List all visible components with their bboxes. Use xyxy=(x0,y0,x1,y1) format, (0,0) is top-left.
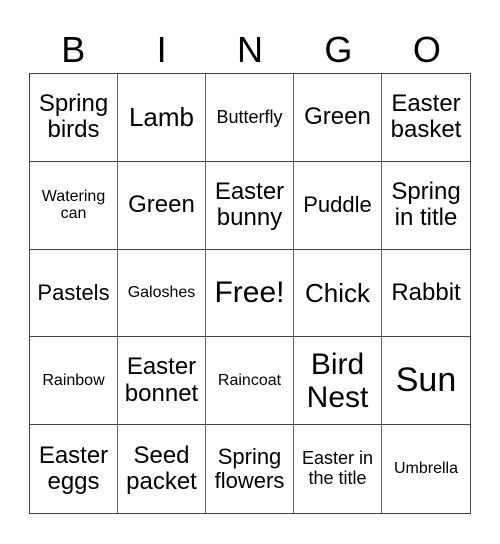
bingo-cell[interactable]: Spring birds xyxy=(30,74,118,162)
bingo-cell[interactable]: Rainbow xyxy=(30,337,118,426)
bingo-cell[interactable]: Pastels xyxy=(30,249,118,338)
bingo-cell[interactable]: Lamb xyxy=(118,74,206,162)
bingo-cell[interactable]: Puddle xyxy=(294,161,382,250)
bingo-cell[interactable]: Umbrella xyxy=(382,425,470,513)
bingo-cell[interactable]: Easter basket xyxy=(382,74,470,162)
bingo-cell[interactable]: Butterfly xyxy=(206,74,294,162)
bingo-cell[interactable]: Galoshes xyxy=(118,249,206,338)
bingo-cell[interactable]: Chick xyxy=(294,249,382,338)
header-letter-n: N xyxy=(237,29,264,70)
bingo-cell[interactable]: Raincoat xyxy=(206,337,294,426)
bingo-cell[interactable]: Spring flowers xyxy=(206,425,294,513)
header-letter-g: G xyxy=(324,29,353,70)
bingo-cell[interactable]: Rabbit xyxy=(382,250,470,338)
free-space[interactable]: Free! xyxy=(206,249,294,338)
bingo-cell[interactable]: Watering can xyxy=(30,161,118,250)
bingo-cell[interactable]: Green xyxy=(118,161,206,250)
bingo-cell[interactable]: Easter in the title xyxy=(294,425,382,513)
header-letter-o: O xyxy=(412,29,441,70)
bingo-cell[interactable]: Easter bunny xyxy=(206,161,294,250)
bingo-grid: Spring birds Lamb Butterfly Green Easter… xyxy=(29,73,471,514)
bingo-cell[interactable]: Bird Nest xyxy=(294,337,382,426)
bingo-header: B I N G O xyxy=(29,30,471,70)
header-letter-b: B xyxy=(61,29,86,70)
bingo-cell[interactable]: Green xyxy=(294,74,382,162)
bingo-cell[interactable]: Seed packet xyxy=(118,425,206,513)
header-letter-i: I xyxy=(156,29,167,70)
bingo-cell[interactable]: Easter bonnet xyxy=(118,337,206,426)
bingo-cell[interactable]: Easter eggs xyxy=(30,425,118,513)
bingo-cell[interactable]: Spring in title xyxy=(382,162,470,250)
bingo-cell[interactable]: Sun xyxy=(382,337,470,426)
